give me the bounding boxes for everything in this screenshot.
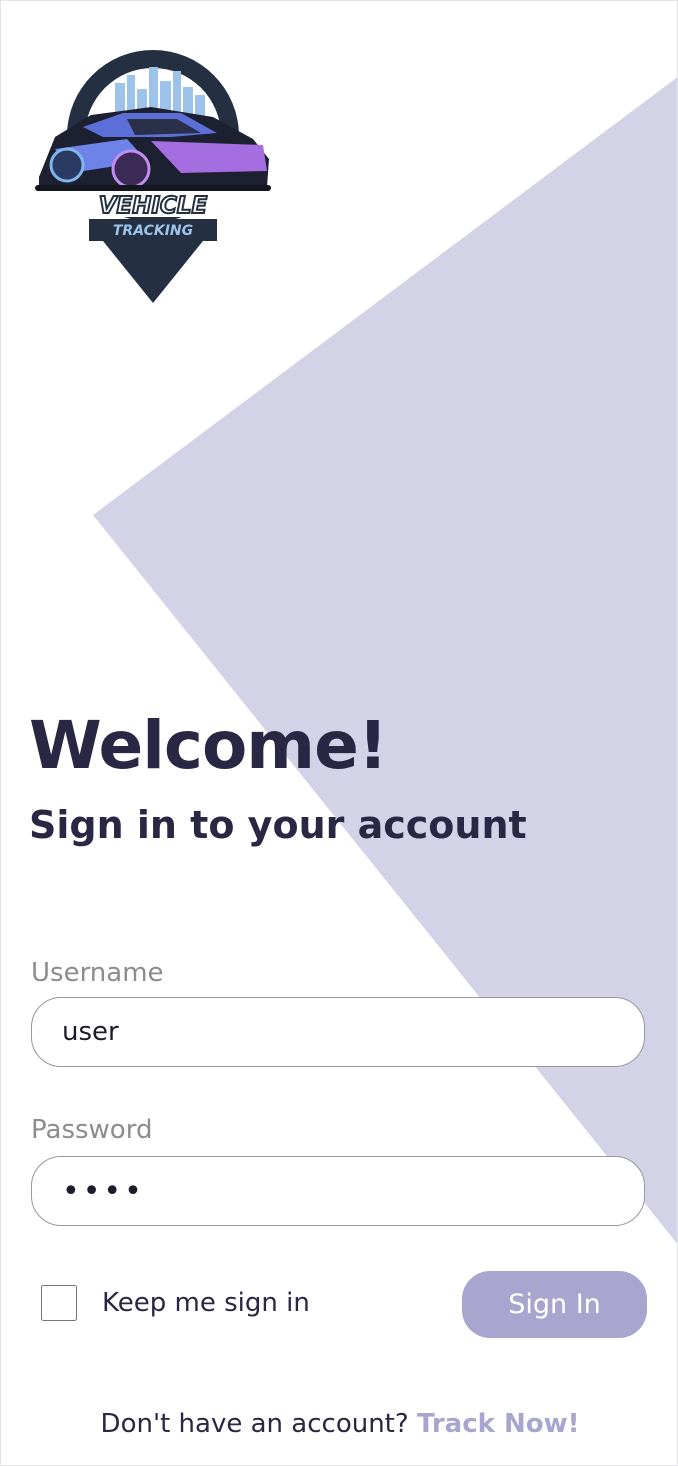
page-title: Welcome! [29, 707, 388, 784]
sign-in-button[interactable]: Sign In [462, 1271, 647, 1338]
keep-signed-in-row[interactable]: Keep me sign in [41, 1285, 310, 1321]
vehicle-tracking-logo: VEHICLE TRACKING [35, 50, 271, 303]
password-label: Password [31, 1115, 153, 1145]
keep-signed-in-label[interactable]: Keep me sign in [102, 1288, 310, 1318]
login-screen: VEHICLE TRACKING Welcome! Sign in to you… [0, 0, 678, 1466]
username-input[interactable] [31, 997, 645, 1067]
username-label: Username [31, 958, 164, 988]
keep-signed-in-checkbox[interactable] [41, 1285, 77, 1321]
track-now-link[interactable]: Track Now! [417, 1409, 580, 1439]
page-subtitle: Sign in to your account [29, 803, 527, 847]
password-input[interactable] [31, 1156, 645, 1226]
signup-prompt: Don't have an account? Track Now! [1, 1409, 677, 1439]
svg-text:VEHICLE: VEHICLE [99, 193, 208, 219]
signup-prompt-text: Don't have an account? [100, 1409, 409, 1439]
svg-text:TRACKING: TRACKING [113, 223, 193, 239]
